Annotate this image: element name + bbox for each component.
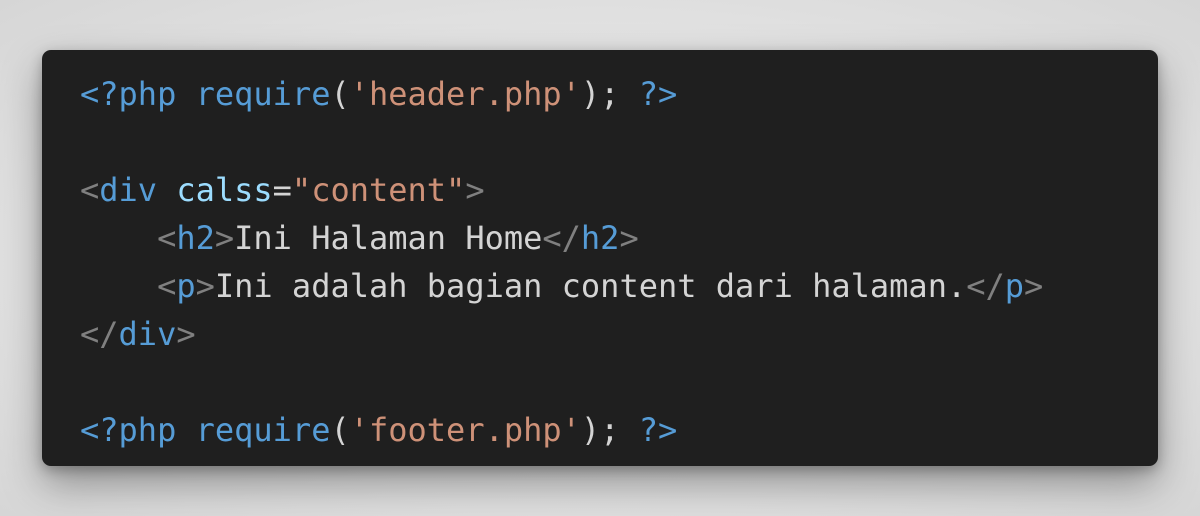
tag-name: div: [118, 315, 177, 353]
tag-bracket: <: [80, 171, 100, 209]
tag-bracket: </: [80, 315, 119, 353]
code-line-1: <?php require('header.php'); ?>: [80, 70, 1158, 118]
open-paren: (: [330, 75, 350, 113]
code-line-6: </div>: [80, 310, 1158, 358]
tag-name: h2: [176, 219, 215, 257]
require-keyword: require: [195, 75, 331, 113]
code-block: <?php require('header.php'); ?> <div cal…: [80, 70, 1158, 454]
close-paren-semicolon: );: [580, 75, 620, 113]
code-line-8: <?php require('footer.php'); ?>: [80, 406, 1158, 454]
element-text: Ini adalah bagian content dari halaman.: [214, 267, 967, 305]
code-snippet-window: <?php require('header.php'); ?> <div cal…: [42, 50, 1158, 466]
close-paren-semicolon: );: [580, 411, 620, 449]
tag-bracket: >: [195, 267, 215, 305]
attribute-name: calss: [176, 171, 273, 209]
element-text: Ini Halaman Home: [234, 219, 543, 257]
equals-sign: =: [272, 171, 292, 209]
tag-name: div: [99, 171, 158, 209]
tag-name: h2: [580, 219, 620, 257]
tag-bracket: >: [465, 171, 485, 209]
tag-bracket: >: [619, 219, 639, 257]
string-literal: 'header.php': [349, 75, 581, 113]
tag-bracket: >: [214, 219, 235, 257]
code-line-5: <p>Ini adalah bagian content dari halama…: [80, 262, 1158, 310]
require-keyword: require: [195, 411, 331, 449]
tag-bracket: >: [1024, 267, 1044, 305]
tag-name: p: [1004, 267, 1025, 305]
php-close-tag: ?>: [638, 75, 678, 113]
tag-bracket: </: [966, 267, 1005, 305]
tag-bracket: <: [157, 219, 177, 257]
tag-bracket: >: [176, 315, 196, 353]
attribute-value: "content": [291, 171, 466, 209]
tag-name: p: [176, 267, 196, 305]
php-close-tag: ?>: [638, 411, 678, 449]
tag-bracket: <: [157, 267, 177, 305]
code-line-3: <div calss="content">: [80, 166, 1158, 214]
string-literal: 'footer.php': [349, 411, 581, 449]
tag-bracket: </: [542, 219, 581, 257]
php-open-tag: <?php: [80, 411, 177, 449]
open-paren: (: [330, 411, 350, 449]
php-open-tag: <?php: [80, 75, 177, 113]
code-line-4: <h2>Ini Halaman Home</h2>: [80, 214, 1158, 262]
